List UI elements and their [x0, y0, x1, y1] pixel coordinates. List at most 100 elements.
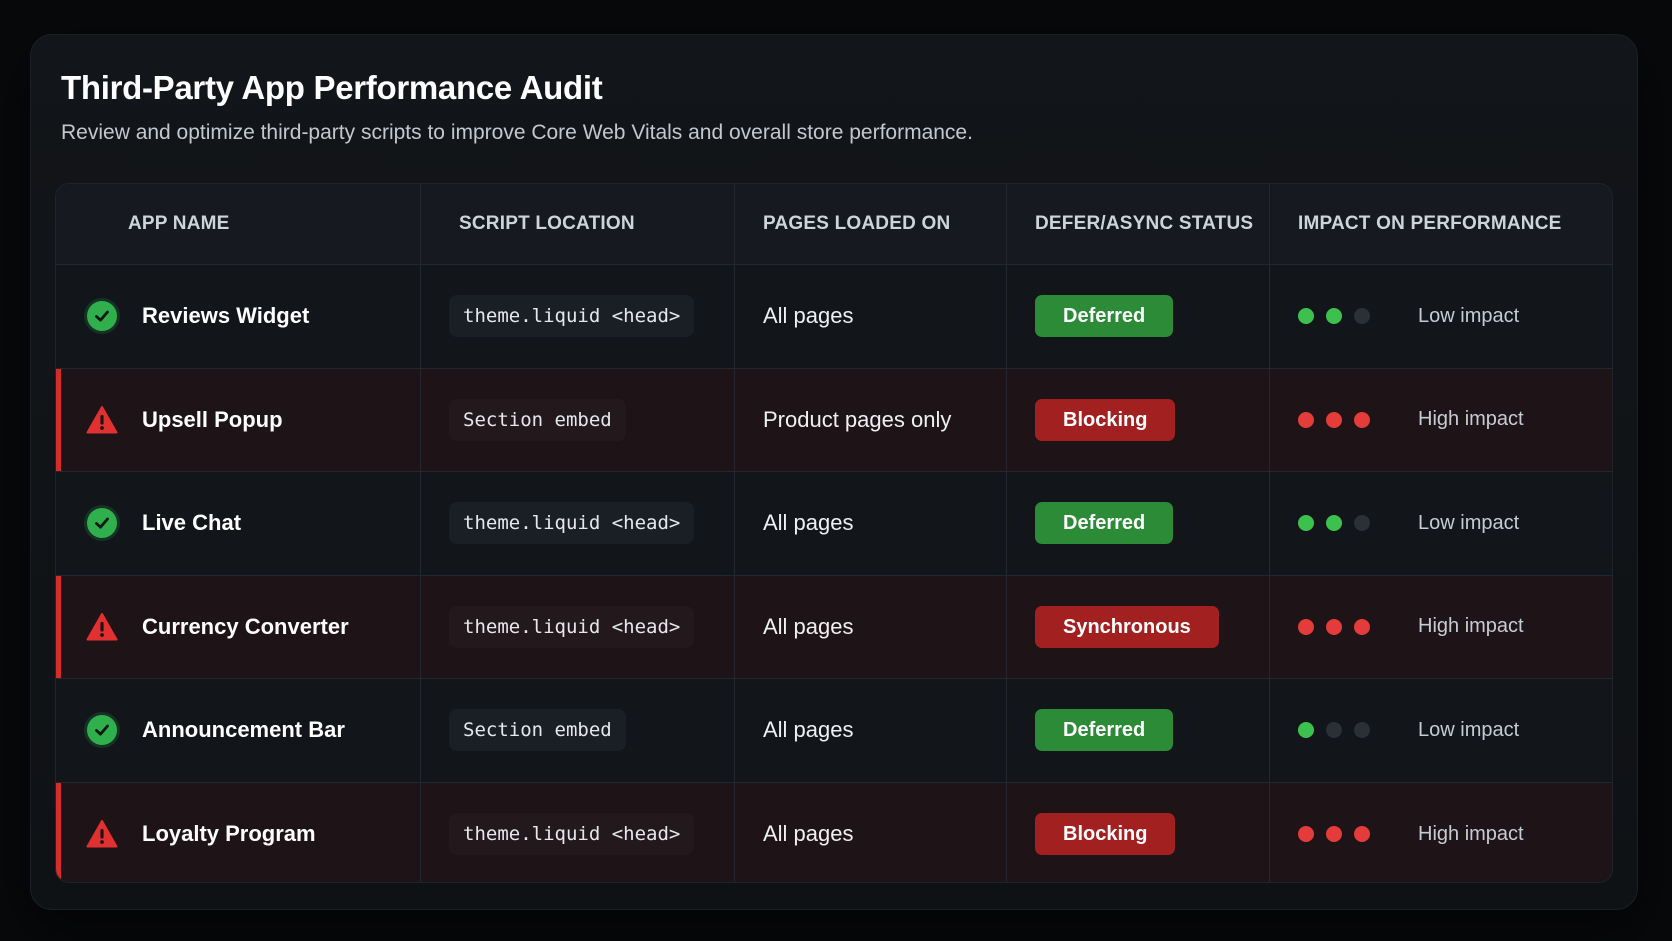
table-row-upsell-popup[interactable]: Upsell Popup Section embed Product pages…: [56, 368, 1612, 472]
column-header-app-name[interactable]: APP NAME: [56, 184, 421, 264]
check-circle-icon: [86, 300, 118, 332]
impact-cell: High impact: [1270, 576, 1612, 679]
script-location: theme.liquid <head>: [449, 605, 695, 648]
column-header-script-location[interactable]: SCRIPT LOCATION: [421, 184, 735, 264]
check-circle-icon: [86, 714, 118, 746]
status-badge: Blocking: [1035, 398, 1176, 441]
status-cell: Blocking: [1007, 368, 1270, 471]
impact-dot: [1326, 515, 1342, 532]
script-location-cell: Section embed: [421, 679, 735, 782]
column-header-defer-async-status[interactable]: DEFER/ASYNC STATUS: [1007, 184, 1270, 264]
app-name-cell: Live Chat: [56, 472, 421, 575]
pages-loaded: Product pages only: [763, 406, 952, 432]
impact-dot: [1298, 722, 1314, 739]
impact-label: High impact: [1418, 408, 1524, 431]
app-name-cell: Loyalty Program: [56, 782, 421, 882]
audit-table: APP NAME SCRIPT LOCATION PAGES LOADED ON…: [55, 183, 1613, 883]
warning-triangle-icon: [86, 818, 118, 850]
table-row-announcement-bar[interactable]: Announcement Bar Section embed All pages…: [56, 679, 1612, 783]
page-title: Third-Party App Performance Audit: [61, 69, 603, 106]
app-name: Currency Converter: [142, 613, 349, 639]
impact-dot: [1354, 411, 1370, 428]
pages-loaded: All pages: [763, 510, 854, 536]
app-name-cell: Currency Converter: [56, 575, 421, 678]
page-subtitle: Review and optimize third-party scripts …: [61, 121, 973, 144]
impact-indicator: [1298, 411, 1382, 428]
impact-dot: [1298, 515, 1314, 532]
impact-dot: [1298, 411, 1314, 428]
impact-dot: [1326, 618, 1342, 635]
status-badge: Blocking: [1035, 813, 1176, 856]
pages-loaded-cell: All pages: [735, 782, 1007, 882]
check-circle-icon: [86, 507, 118, 539]
table-row-reviews-widget[interactable]: Reviews Widget theme.liquid <head> All p…: [56, 265, 1612, 369]
impact-label: High impact: [1418, 822, 1524, 845]
impact-cell: High impact: [1270, 369, 1612, 472]
impact-label: Low impact: [1418, 718, 1520, 741]
status-cell: Deferred: [1007, 472, 1270, 575]
impact-cell: Low impact: [1270, 265, 1612, 368]
status-cell: Synchronous: [1007, 575, 1270, 678]
impact-indicator: [1298, 722, 1382, 739]
table-row-loyalty-program[interactable]: Loyalty Program theme.liquid <head> All …: [56, 782, 1612, 882]
status-badge: Deferred: [1035, 295, 1174, 338]
pages-loaded: All pages: [763, 303, 854, 329]
impact-label: Low impact: [1418, 511, 1520, 534]
pages-loaded-cell: Product pages only: [735, 368, 1007, 471]
pages-loaded-cell: All pages: [735, 679, 1007, 782]
pages-loaded: All pages: [763, 613, 854, 639]
table-row-live-chat[interactable]: Live Chat theme.liquid <head> All pages …: [56, 472, 1612, 576]
warning-triangle-icon: [86, 404, 118, 436]
column-header-pages-loaded-on[interactable]: PAGES LOADED ON: [735, 184, 1007, 264]
audit-card: Third-Party App Performance Audit Review…: [30, 34, 1638, 910]
impact-indicator: [1298, 515, 1382, 532]
impact-dot: [1354, 618, 1370, 635]
impact-dot: [1326, 826, 1342, 843]
app-name: Announcement Bar: [142, 717, 345, 743]
status-badge: Synchronous: [1035, 605, 1219, 648]
impact-dot: [1326, 411, 1342, 428]
impact-dot: [1298, 826, 1314, 843]
impact-dot: [1326, 722, 1342, 739]
app-name: Reviews Widget: [142, 303, 310, 329]
status-badge: Deferred: [1035, 502, 1174, 545]
impact-dot: [1298, 308, 1314, 325]
column-header-impact[interactable]: IMPACT ON PERFORMANCE: [1270, 184, 1612, 264]
pages-loaded: All pages: [763, 821, 854, 847]
status-cell: Deferred: [1007, 679, 1270, 782]
impact-indicator: [1298, 826, 1382, 843]
impact-dot: [1354, 308, 1370, 325]
script-location: Section embed: [449, 398, 626, 441]
script-location-cell: theme.liquid <head>: [421, 265, 735, 368]
impact-indicator: [1298, 308, 1382, 325]
impact-dot: [1354, 722, 1370, 739]
script-location-cell: theme.liquid <head>: [421, 472, 735, 575]
impact-dot: [1354, 515, 1370, 532]
table-body: Reviews Widget theme.liquid <head> All p…: [56, 265, 1612, 882]
app-name: Live Chat: [142, 510, 242, 536]
status-cell: Blocking: [1007, 782, 1270, 882]
app-name-cell: Announcement Bar: [56, 679, 421, 782]
impact-cell: Low impact: [1270, 472, 1612, 575]
pages-loaded: All pages: [763, 717, 854, 743]
script-location-cell: theme.liquid <head>: [421, 782, 735, 882]
impact-label: High impact: [1418, 615, 1524, 638]
table-header: APP NAME SCRIPT LOCATION PAGES LOADED ON…: [56, 184, 1612, 265]
script-location: Section embed: [449, 709, 626, 752]
pages-loaded-cell: All pages: [735, 472, 1007, 575]
table-row-currency-converter[interactable]: Currency Converter theme.liquid <head> A…: [56, 575, 1612, 679]
pages-loaded-cell: All pages: [735, 575, 1007, 678]
script-location: theme.liquid <head>: [449, 813, 695, 856]
status-badge: Deferred: [1035, 709, 1174, 752]
app-name: Loyalty Program: [142, 821, 316, 847]
impact-label: Low impact: [1418, 304, 1520, 327]
app-name-cell: Upsell Popup: [56, 368, 421, 471]
warning-triangle-icon: [86, 611, 118, 643]
script-location: theme.liquid <head>: [449, 295, 695, 338]
status-cell: Deferred: [1007, 265, 1270, 368]
impact-dot: [1298, 618, 1314, 635]
impact-indicator: [1298, 618, 1382, 635]
script-location: theme.liquid <head>: [449, 502, 695, 545]
impact-cell: Low impact: [1270, 679, 1612, 782]
script-location-cell: theme.liquid <head>: [421, 575, 735, 678]
